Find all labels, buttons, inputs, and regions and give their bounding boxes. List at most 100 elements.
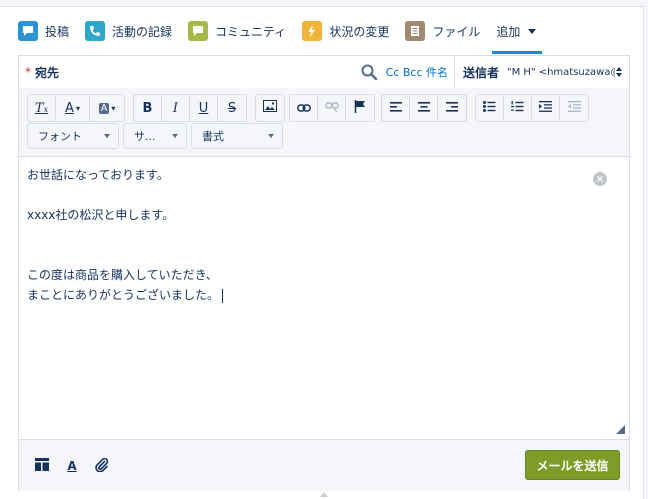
- sender-value: "M H" <hmatsuzawa@: [507, 66, 615, 78]
- recipient-row: * 宛先 Cc Bcc 件名 送信者 "M H" <hmatsuzawa@: [19, 56, 629, 89]
- tab-more[interactable]: 追加: [492, 14, 543, 54]
- font-family-label: フォント: [38, 130, 82, 143]
- font-style-group: B I U S: [133, 94, 247, 122]
- bold-icon: B: [142, 100, 153, 116]
- numbered-list-icon: [511, 100, 524, 116]
- font-size-label: サ...: [134, 130, 156, 143]
- right-panel-edge: [643, 6, 648, 499]
- send-email-button[interactable]: メールを送信: [525, 450, 620, 480]
- text-cursor: [222, 288, 224, 303]
- strikethrough-button[interactable]: S: [218, 95, 246, 121]
- post-icon: [18, 21, 38, 41]
- insert-link-button[interactable]: [290, 95, 318, 121]
- tab-change-status-label: 状況の変更: [329, 24, 390, 39]
- underline-button[interactable]: U: [190, 95, 218, 121]
- align-left-button[interactable]: [382, 95, 410, 121]
- text-style-group: Tx A ▾ A ▾: [27, 94, 125, 122]
- bullet-list-button[interactable]: [476, 95, 504, 121]
- tab-log-activity-label: 活動の記録: [112, 24, 173, 39]
- italic-button[interactable]: I: [162, 95, 190, 121]
- align-left-icon: [389, 101, 402, 116]
- body-line-last: まことにありがとうございました。: [27, 286, 224, 303]
- tab-file-label: ファイル: [432, 24, 481, 39]
- community-icon: [188, 21, 209, 41]
- file-icon: [405, 21, 426, 41]
- align-center-button[interactable]: [410, 95, 438, 121]
- image-group: [255, 94, 285, 122]
- chevron-down-icon: [172, 134, 178, 138]
- chevron-up-icon[interactable]: [320, 492, 328, 497]
- text-color-button[interactable]: A ▾: [56, 95, 90, 121]
- paperclip-icon: [95, 457, 109, 475]
- merge-field-button[interactable]: A: [63, 457, 81, 475]
- clear-icon[interactable]: ×: [593, 172, 607, 186]
- merge-field-icon: A: [67, 459, 77, 473]
- font-family-dropdown[interactable]: フォント: [27, 123, 119, 149]
- text-color-icon: A: [65, 100, 74, 116]
- align-right-button[interactable]: [438, 95, 466, 121]
- email-composer: * 宛先 Cc Bcc 件名 送信者 "M H" <hmatsuzawa@ Tx…: [18, 55, 630, 491]
- sender-label: 送信者: [463, 65, 500, 80]
- composer-footer: A メールを送信: [19, 439, 629, 491]
- sender-select[interactable]: 送信者 "M H" <hmatsuzawa@: [454, 56, 629, 88]
- clear-format-icon: Tx: [34, 100, 49, 116]
- lightning-icon: [302, 21, 323, 41]
- resize-handle-icon[interactable]: [616, 425, 625, 434]
- to-field-label[interactable]: 宛先: [35, 64, 59, 81]
- underline-icon: U: [198, 100, 209, 116]
- link-group: [289, 94, 375, 122]
- font-size-dropdown[interactable]: サ...: [123, 123, 187, 149]
- insert-image-button[interactable]: [256, 95, 284, 121]
- required-marker: *: [25, 65, 31, 79]
- clear-format-button[interactable]: Tx: [28, 95, 56, 121]
- select-arrows-icon: [615, 67, 623, 77]
- cc-bcc-subject-link[interactable]: Cc Bcc 件名: [386, 64, 448, 80]
- background-color-button[interactable]: A ▾: [90, 95, 124, 121]
- to-input[interactable]: [59, 56, 360, 88]
- align-right-icon: [446, 101, 458, 116]
- chevron-down-icon: [104, 134, 110, 138]
- background-color-icon: A: [98, 102, 110, 114]
- outdent-button[interactable]: [560, 95, 588, 121]
- template-button[interactable]: [33, 457, 51, 475]
- bullet-list-icon: [483, 100, 496, 116]
- tab-file[interactable]: ファイル: [405, 14, 480, 48]
- anchor-button[interactable]: [346, 95, 374, 121]
- link-icon: [296, 101, 311, 116]
- indent-button[interactable]: [532, 95, 560, 121]
- tab-post[interactable]: 投稿: [18, 14, 69, 48]
- flag-icon: [354, 99, 366, 117]
- body-line: お世話になっております。: [27, 168, 169, 182]
- body-line: まことにありがとうございました。: [27, 288, 220, 302]
- chevron-down-icon: [528, 28, 537, 34]
- top-border: [0, 0, 648, 7]
- format-label: 書式: [202, 130, 224, 143]
- format-dropdown[interactable]: 書式: [191, 123, 283, 149]
- tab-post-label: 投稿: [45, 24, 70, 39]
- rich-text-toolbar: Tx A ▾ A ▾ B I U S フォント サ... 書式: [19, 88, 629, 157]
- alignment-group: [381, 94, 467, 122]
- list-indent-group: [475, 94, 589, 122]
- tab-more-label: 追加: [496, 24, 521, 39]
- strikethrough-icon: S: [227, 100, 237, 116]
- tab-change-status[interactable]: 状況の変更: [302, 14, 389, 48]
- email-body-editor[interactable]: お世話になっております。 xxxx社の松沢と申します。 この度は商品を購入してい…: [19, 157, 629, 439]
- align-center-icon: [417, 101, 430, 116]
- attach-file-button[interactable]: [93, 457, 111, 475]
- italic-icon: I: [172, 100, 179, 116]
- body-line: xxxx社の松沢と申します。: [27, 208, 175, 222]
- tab-log-activity[interactable]: 活動の記録: [85, 14, 172, 48]
- tab-community-label: コミュニティ: [215, 24, 287, 39]
- chevron-down-icon: [268, 134, 274, 138]
- unlink-icon: [324, 101, 339, 116]
- tab-community[interactable]: コミュニティ: [188, 14, 286, 48]
- template-icon: [35, 458, 49, 474]
- indent-icon: [539, 100, 552, 116]
- outdent-icon: [567, 100, 581, 116]
- remove-link-button[interactable]: [318, 95, 346, 121]
- numbered-list-button[interactable]: [504, 95, 532, 121]
- phone-icon: [85, 21, 106, 41]
- publisher-tabs: 投稿 活動の記録 コミュニティ 状況の変更 ファイル 追加: [18, 14, 552, 54]
- search-icon[interactable]: [360, 63, 378, 81]
- bold-button[interactable]: B: [134, 95, 162, 121]
